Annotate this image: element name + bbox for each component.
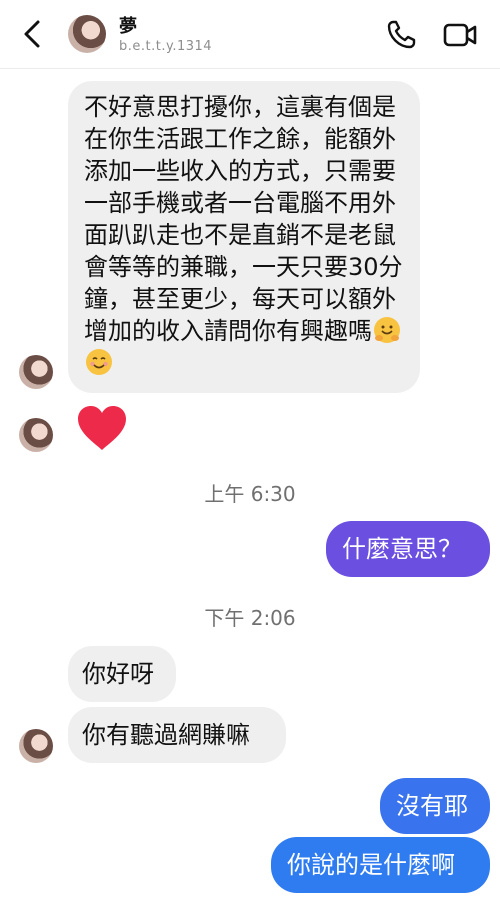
- incoming-message-bubble[interactable]: 你有聽過網賺嘛: [68, 707, 286, 763]
- timestamp: 下午 2:06: [204, 606, 296, 630]
- phone-icon[interactable]: [384, 18, 418, 52]
- hugging-face-emoji-icon: [374, 317, 400, 343]
- message-text: 你有聽過網賺嘛: [82, 721, 250, 749]
- contact-username[interactable]: b.e.t.t.y.1314: [119, 39, 212, 54]
- outgoing-message-bubble[interactable]: 沒有耶: [380, 778, 490, 834]
- contact-avatar[interactable]: [68, 15, 106, 53]
- message-text: 你好呀: [82, 660, 154, 688]
- incoming-message-bubble[interactable]: 你好呀: [68, 646, 176, 702]
- sender-avatar[interactable]: [19, 418, 53, 452]
- timestamp: 上午 6:30: [204, 482, 296, 506]
- incoming-message-bubble[interactable]: 不好意思打擾你，這裏有個是在你生活跟工作之餘，能額外添加一些收入的方式，只需要一…: [68, 81, 420, 393]
- back-arrow-icon[interactable]: [14, 16, 50, 52]
- sender-avatar[interactable]: [19, 729, 53, 763]
- message-text: 什麼意思？: [342, 535, 462, 563]
- outgoing-message-bubble[interactable]: 什麼意思？: [326, 521, 490, 577]
- sender-avatar[interactable]: [19, 355, 53, 389]
- message-text: 不好意思打擾你，這裏有個是在你生活跟工作之餘，能額外添加一些收入的方式，只需要一…: [84, 93, 403, 345]
- smiling-face-emoji-icon: [86, 349, 112, 375]
- outgoing-message-bubble[interactable]: 你說的是什麼啊: [271, 837, 490, 893]
- contact-name[interactable]: 夢: [119, 12, 137, 38]
- message-text: 沒有耶: [396, 792, 468, 820]
- heart-icon[interactable]: [76, 404, 128, 452]
- message-text: 你說的是什麼啊: [287, 851, 455, 879]
- chat-header: 夢 b.e.t.t.y.1314: [0, 0, 500, 69]
- video-camera-icon[interactable]: [442, 18, 478, 52]
